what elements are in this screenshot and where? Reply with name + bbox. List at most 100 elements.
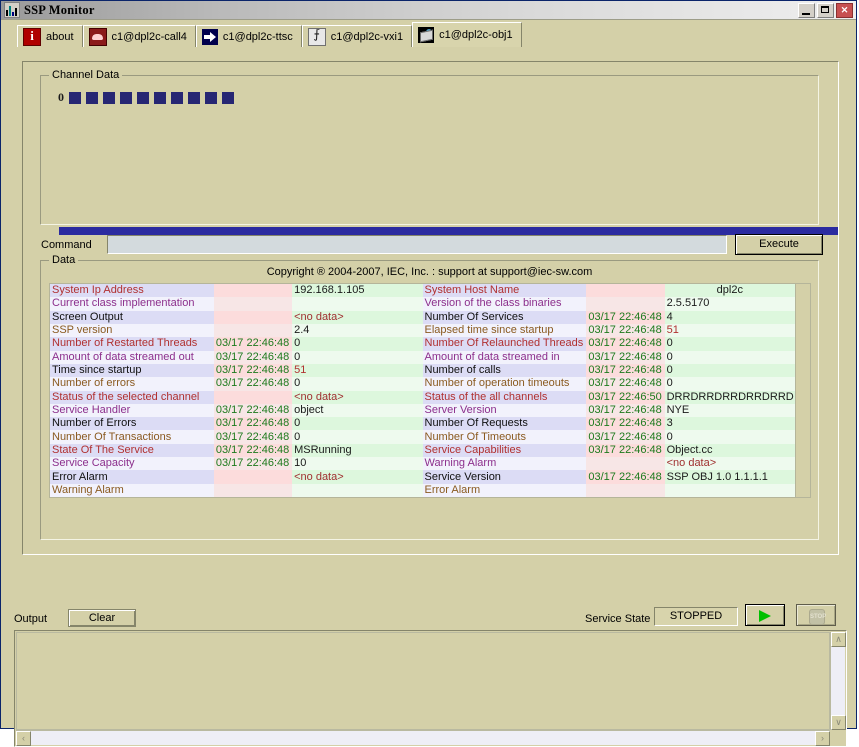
output-text-area[interactable] [16, 632, 830, 730]
table-row[interactable]: Version of the class binaries 2.5.5170 [422, 297, 795, 311]
row-timestamp [213, 284, 293, 298]
table-row[interactable]: Number of Errors 03/17 22:46:48 0 [50, 417, 423, 431]
channel-box[interactable] [69, 91, 81, 104]
clear-button[interactable]: Clear [68, 609, 136, 627]
row-timestamp [586, 297, 665, 311]
channel-box[interactable] [154, 91, 166, 104]
scroll-down-icon[interactable]: ∨ [831, 715, 846, 730]
row-timestamp [213, 390, 293, 404]
row-label: Number of calls [422, 363, 587, 378]
row-value: <no data> [292, 390, 423, 404]
table-row[interactable]: Amount of data streamed out 03/17 22:46:4… [50, 350, 423, 364]
row-label: Service Version [422, 470, 587, 484]
row-timestamp: 03/17 22:46:50 [586, 390, 665, 404]
close-icon: ✕ [840, 5, 849, 15]
table-row[interactable]: Number of errors 03/17 22:46:48 0 [50, 377, 423, 391]
row-label: Number Of Timeouts [422, 430, 587, 444]
table-row[interactable]: Status of the all channels 03/17 22:46:50… [422, 390, 795, 404]
stop-service-button[interactable]: STOP [796, 604, 836, 626]
row-timestamp: 03/17 22:46:48 [213, 363, 293, 378]
output-horizontal-scrollbar[interactable]: ‹ › [16, 730, 830, 746]
row-value: <no data> [292, 310, 423, 324]
output-vertical-scrollbar[interactable]: ∧ ∨ [830, 632, 846, 730]
row-value: 0 [292, 377, 423, 391]
channel-box[interactable] [120, 91, 132, 104]
tab-call4[interactable]: c1@dpl2c-call4 [82, 25, 196, 47]
table-row[interactable]: Service Version 03/17 22:46:48 SSP OBJ 1.0… [422, 470, 795, 484]
execute-button[interactable]: Execute [735, 234, 823, 255]
row-timestamp: 03/17 22:46:48 [586, 363, 665, 378]
row-timestamp: 03/17 22:46:48 [213, 377, 293, 391]
play-icon [759, 610, 771, 622]
command-input[interactable] [107, 235, 727, 254]
tab-vxi1[interactable]: c1@dpl2c-vxi1 [301, 25, 413, 47]
maximize-button[interactable] [817, 3, 834, 18]
start-service-button[interactable] [745, 604, 785, 626]
table-row[interactable]: Error Alarm <no data> [50, 470, 423, 484]
row-value: object [292, 403, 423, 418]
table-row[interactable]: Number of calls 03/17 22:46:48 0 [422, 363, 795, 378]
table-row[interactable]: System Host Name dpl2c [422, 284, 795, 298]
table-row[interactable]: State Of The Service 03/17 22:46:48 MSRunn… [50, 443, 423, 458]
channel-box[interactable] [188, 91, 200, 104]
channel-box[interactable] [137, 91, 149, 104]
copyright-text: Copyright ® 2004-2007, IEC, Inc. : suppo… [266, 266, 593, 278]
table-row[interactable]: Error Alarm [422, 483, 795, 497]
table-row[interactable]: Number of operation timeouts 03/17 22:46:… [422, 377, 795, 391]
channel-box[interactable] [205, 91, 217, 104]
table-row[interactable]: Service Handler 03/17 22:46:48 object [50, 403, 423, 418]
table-row[interactable]: Number Of Requests 03/17 22:46:48 3 [422, 417, 795, 431]
minimize-button[interactable] [798, 3, 815, 18]
table-row[interactable]: Number Of Services 03/17 22:46:48 4 [422, 310, 795, 324]
scroll-left-icon[interactable]: ‹ [16, 731, 31, 746]
table-row[interactable]: Warning Alarm [50, 483, 423, 497]
window-title: SSP Monitor [24, 2, 95, 17]
command-label: Command [41, 239, 92, 251]
row-timestamp: 03/17 22:46:48 [213, 337, 293, 351]
table-row[interactable]: Number Of Timeouts 03/17 22:46:48 0 [422, 430, 795, 444]
table-row[interactable]: Amount of data streamed in 03/17 22:46:48… [422, 350, 795, 364]
table-row[interactable]: Status of the selected channel <no data> [50, 390, 423, 404]
tab-ttsc[interactable]: c1@dpl2c-ttsc [195, 25, 302, 47]
row-label: Error Alarm [422, 483, 587, 497]
table-row[interactable]: Time since startup 03/17 22:46:48 51 [50, 363, 423, 378]
table-row[interactable]: Current class implementation [50, 297, 423, 311]
scroll-up-icon[interactable]: ∧ [831, 632, 846, 647]
close-button[interactable]: ✕ [836, 3, 853, 18]
row-label: Number of Errors [50, 417, 214, 431]
row-label: Service Capacity [50, 457, 214, 471]
table-scrollbar[interactable] [795, 284, 810, 497]
table-row[interactable]: Server Version 03/17 22:46:48 NYE [422, 403, 795, 418]
tab-about[interactable]: about [17, 25, 83, 47]
table-row[interactable]: Elapsed time since startup 03/17 22:46:48… [422, 323, 795, 338]
row-label: State Of The Service [50, 443, 214, 458]
table-row[interactable]: Warning Alarm <no data> [422, 457, 795, 471]
row-value: SSP OBJ 1.0 1.1.1.1 [664, 470, 795, 484]
tab-bar: about c1@dpl2c-call4 c1@dpl2c-ttsc c1@dp… [1, 20, 856, 47]
table-row[interactable]: Screen Output <no data> [50, 310, 423, 324]
channel-box[interactable] [86, 91, 98, 104]
channel-box[interactable] [103, 91, 115, 104]
data-group-title: Data [49, 254, 79, 266]
tab-obj1[interactable]: c1@dpl2c-obj1 [412, 22, 522, 47]
row-label: Number Of Transactions [50, 430, 214, 444]
row-label: Warning Alarm [422, 457, 587, 471]
window-controls: ✕ [798, 3, 853, 18]
row-value: 2.4 [292, 323, 423, 338]
row-value: 0 [664, 337, 795, 351]
table-row[interactable]: Number of Restarted Threads 03/17 22:46:4… [50, 337, 423, 351]
row-value: 0 [664, 430, 795, 444]
table-row[interactable]: Number Of Relaunched Threads 03/17 22:46:… [422, 337, 795, 351]
table-row[interactable]: System Ip Address 192.168.1.105 [50, 284, 423, 298]
data-group: Data Copyright ® 2004-2007, IEC, Inc. : … [40, 254, 819, 540]
row-timestamp [213, 297, 293, 311]
table-row[interactable]: Service Capabilities 03/17 22:46:48 Object… [422, 443, 795, 458]
table-row[interactable]: Service Capacity 03/17 22:46:48 10 [50, 457, 423, 471]
row-label: Number Of Services [422, 310, 587, 324]
channel-box[interactable] [222, 91, 234, 104]
table-row[interactable]: Number Of Transactions 03/17 22:46:48 0 [50, 430, 423, 444]
table-row[interactable]: SSP version 2.4 [50, 323, 423, 338]
scroll-right-icon[interactable]: › [815, 731, 830, 746]
channel-box[interactable] [171, 91, 183, 104]
row-value: 0 [664, 377, 795, 391]
